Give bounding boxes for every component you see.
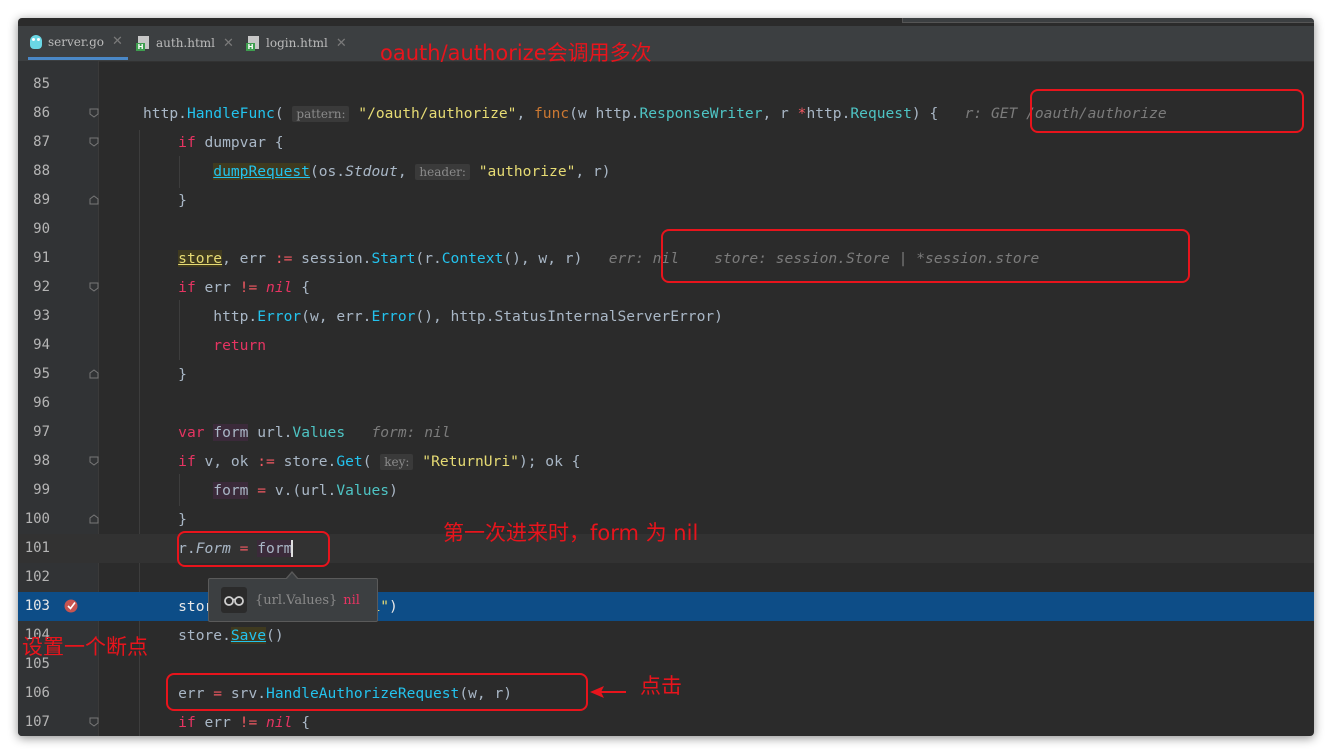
code-line[interactable]: 107 if err != nil { — [18, 708, 1314, 736]
code-text: } — [143, 366, 187, 383]
ide-window: server.go ✕ H auth.html ✕ H login.html ✕… — [18, 18, 1314, 736]
line-number: 99 — [33, 482, 50, 498]
code-text: form = v.(url.Values) — [213, 482, 398, 499]
fold-icon[interactable] — [89, 717, 99, 727]
line-number: 91 — [33, 250, 50, 266]
line-number: 103 — [24, 598, 50, 614]
tab-label: server.go — [48, 34, 105, 49]
code-line[interactable]: 89 } — [18, 186, 1314, 215]
annotation-text-first-time: 第一次进来时，form 为 nil — [443, 521, 699, 545]
line-number: 85 — [33, 76, 50, 92]
code-line[interactable]: 98 if v, ok := store.Get( key: "ReturnUr… — [18, 447, 1314, 476]
tooltip-type: {url.Values} — [255, 592, 338, 608]
toolbar-edge — [902, 18, 1314, 23]
fold-icon[interactable] — [89, 108, 99, 118]
annotation-box-form-assign — [177, 531, 330, 567]
fold-icon[interactable] — [89, 456, 99, 466]
fold-icon[interactable] — [89, 195, 99, 205]
code-line[interactable]: 99 form = v.(url.Values) — [18, 476, 1314, 505]
annotation-text-breakpoint: 设置一个断点 — [22, 635, 148, 659]
line-number: 100 — [24, 511, 50, 527]
close-icon[interactable]: ✕ — [336, 36, 347, 51]
close-icon[interactable]: ✕ — [223, 36, 234, 51]
line-number: 107 — [24, 714, 50, 730]
code-text: http.HandleFunc( pattern: "/oauth/author… — [143, 105, 1167, 122]
code-text: if dumpvar { — [178, 134, 284, 151]
line-number: 102 — [24, 569, 50, 585]
html-file-icon: H — [246, 35, 260, 51]
fold-icon[interactable] — [89, 369, 99, 379]
annotation-box-request-value — [1030, 89, 1304, 133]
tab-login-html[interactable]: H login.html ✕ — [246, 26, 356, 60]
code-text: store.Save() — [143, 627, 284, 644]
code-line[interactable]: 94 return — [18, 331, 1314, 360]
line-number: 90 — [33, 221, 50, 237]
code-text: http.Error(w, err.Error(), http.StatusIn… — [143, 308, 723, 325]
go-gopher-icon — [30, 34, 42, 49]
code-text: if err != nil { — [178, 714, 310, 731]
fold-icon[interactable] — [89, 282, 99, 292]
code-line[interactable]: 88 dumpRequest(os.Stdout, header: "autho… — [18, 157, 1314, 186]
line-number: 106 — [24, 685, 50, 701]
line-number: 88 — [33, 163, 50, 179]
line-number: 89 — [33, 192, 50, 208]
line-number: 93 — [33, 308, 50, 324]
fold-icon[interactable] — [89, 137, 99, 147]
line-number: 86 — [33, 105, 50, 121]
annotation-box-handle-request — [166, 673, 588, 711]
code-text: } — [143, 192, 187, 209]
code-text: return — [213, 337, 267, 354]
code-line[interactable]: 104 store.Save() — [18, 621, 1314, 650]
annotation-text-click: 点击 — [640, 674, 682, 698]
code-line[interactable]: 93 http.Error(w, err.Error(), http.Statu… — [18, 302, 1314, 331]
editor-tab-bar: server.go ✕ H auth.html ✕ H login.html ✕ — [18, 26, 1314, 62]
line-number: 97 — [33, 424, 50, 440]
fold-icon[interactable] — [89, 514, 99, 524]
code-text: dumpRequest(os.Stdout, header: "authoriz… — [213, 163, 611, 180]
param-hint: key: — [380, 454, 414, 470]
code-text: if err != nil { — [178, 279, 310, 296]
annotation-box-session-values — [661, 229, 1190, 283]
tab-label: auth.html — [156, 36, 216, 50]
line-number: 94 — [33, 337, 50, 353]
line-number: 96 — [33, 395, 50, 411]
annotation-arrow-icon — [590, 686, 626, 698]
code-line[interactable]: 96 — [18, 389, 1314, 418]
inline-debug-value: form: nil — [371, 424, 451, 441]
tooltip-value: nil — [343, 592, 360, 608]
debug-value-tooltip: {url.Values} nil — [208, 571, 378, 622]
tab-auth-html[interactable]: H auth.html ✕ — [136, 26, 241, 60]
code-line[interactable]: 97 var form url.Values form: nil — [18, 418, 1314, 447]
line-number: 98 — [33, 453, 50, 469]
tab-label: login.html — [266, 36, 328, 50]
param-hint: pattern: — [292, 106, 350, 122]
line-number: 92 — [33, 279, 50, 295]
breakpoint-icon[interactable] — [64, 598, 78, 613]
code-line[interactable]: 95 } — [18, 360, 1314, 389]
annotation-text-top: oauth/authorize会调用多次 — [380, 41, 652, 65]
line-number: 87 — [33, 134, 50, 150]
param-hint: header: — [415, 164, 470, 180]
line-number: 95 — [33, 366, 50, 382]
code-text: var form url.Values form: nil — [178, 424, 451, 441]
glasses-icon — [221, 587, 247, 613]
line-number: 101 — [24, 540, 50, 556]
code-text: } — [143, 511, 187, 528]
code-text: if v, ok := store.Get( key: "ReturnUri")… — [178, 453, 581, 470]
html-file-icon: H — [136, 35, 150, 51]
tab-server-go[interactable]: server.go ✕ — [28, 26, 128, 60]
close-icon[interactable]: ✕ — [112, 34, 123, 49]
